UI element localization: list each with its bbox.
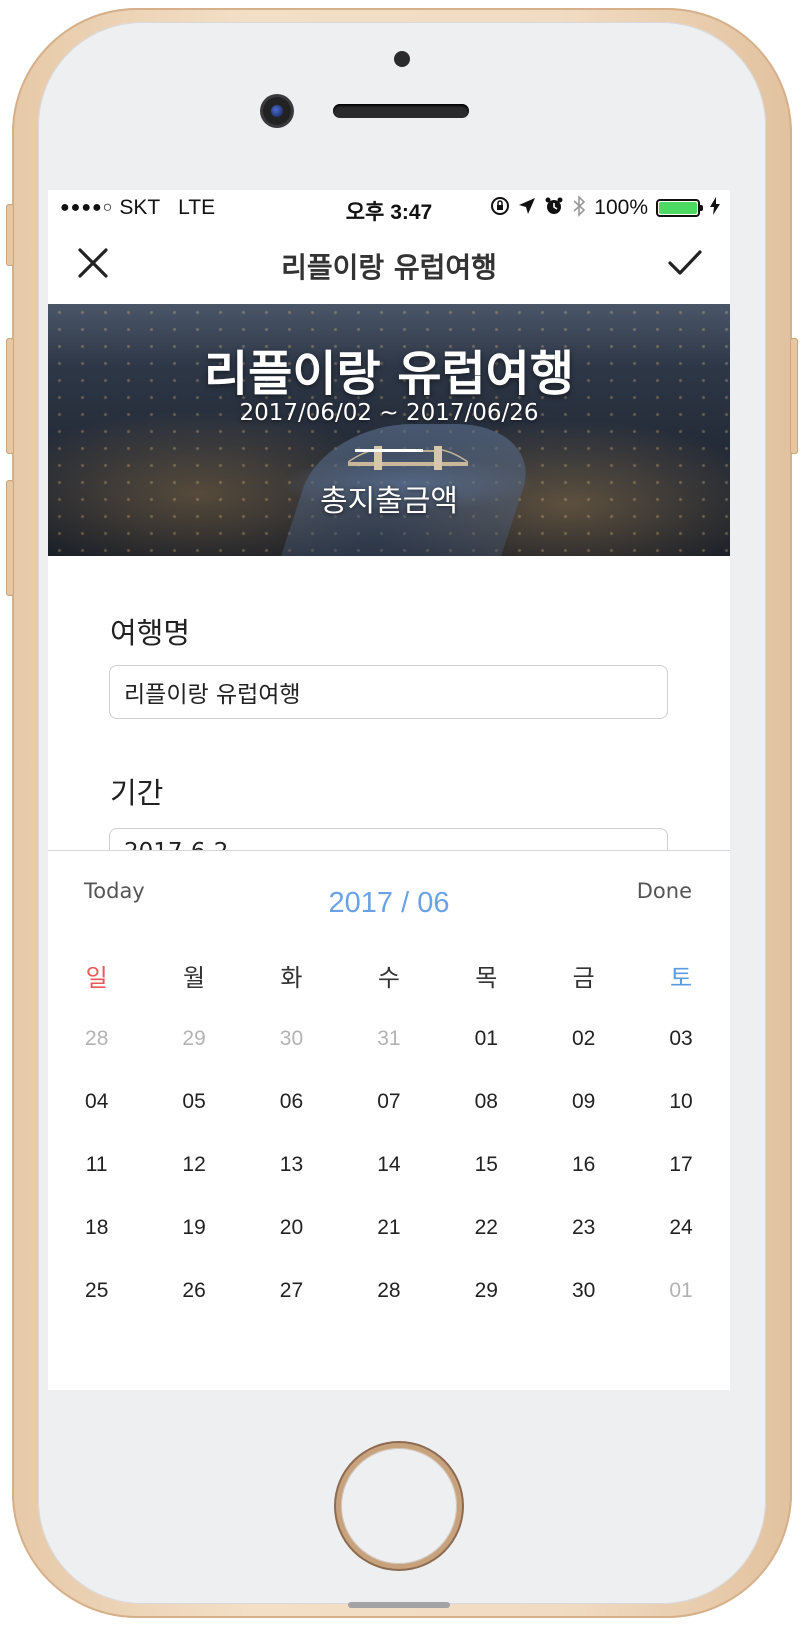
calendar-day[interactable]: 09 [535, 1090, 632, 1114]
calendar-day-prev-month[interactable]: 31 [340, 1027, 437, 1051]
navigation-bar: 리플이랑 유럽여행 [48, 226, 730, 304]
volume-down-button [6, 480, 14, 596]
weekday-saturday: 토 [669, 963, 693, 992]
calendar-day-prev-month[interactable]: 30 [243, 1027, 340, 1051]
period-label: 기간 [110, 776, 164, 810]
calendar-day[interactable]: 25 [48, 1279, 145, 1303]
done-button[interactable]: Done [637, 879, 692, 903]
calendar-day[interactable]: 12 [145, 1153, 242, 1177]
weekday-sunday: 일 [85, 963, 108, 992]
orientation-lock-icon [490, 196, 510, 219]
weekday-thursday: 목 [475, 963, 498, 992]
trip-name-input[interactable]: 리플이랑 유럽여행 [109, 665, 668, 719]
hero-total-spending-label: 총지출금액 [320, 484, 458, 519]
calendar-day[interactable]: 23 [535, 1216, 632, 1240]
calendar-day[interactable]: 16 [535, 1153, 632, 1177]
charging-bolt-icon [710, 197, 720, 218]
weekday-wednesday: 수 [377, 963, 400, 992]
calendar-day[interactable]: 03 [632, 1027, 729, 1051]
calendar-day[interactable]: 04 [48, 1090, 145, 1114]
lightning-port [348, 1602, 450, 1608]
power-button [790, 338, 798, 454]
confirm-button[interactable] [662, 240, 708, 286]
calendar-week: 18 19 20 21 22 23 24 [48, 1196, 730, 1259]
calendar-day[interactable]: 30 [535, 1279, 632, 1303]
calendar-day[interactable]: 14 [340, 1153, 437, 1177]
calendar-day[interactable]: 02 [535, 1027, 632, 1051]
status-bar: ●●●●○ SKT LTE 오후 3:47 100% [48, 190, 730, 226]
calendar-day-prev-month[interactable]: 28 [48, 1027, 145, 1051]
calendar-week: 04 05 06 07 08 09 10 [48, 1070, 730, 1133]
calendar-week: 11 12 13 14 15 16 17 [48, 1133, 730, 1196]
calendar-day[interactable]: 05 [145, 1090, 242, 1114]
calendar-day[interactable]: 21 [340, 1216, 437, 1240]
home-button[interactable] [341, 1448, 457, 1564]
weekday-friday: 금 [572, 963, 595, 992]
calendar-day[interactable]: 22 [438, 1216, 535, 1240]
trip-cover-image[interactable]: 리플이랑 유럽여행 2017/06/02 ~ 2017/06/26 총지출금액 [48, 304, 730, 556]
checkmark-icon [668, 250, 702, 275]
calendar-day[interactable]: 15 [438, 1153, 535, 1177]
calendar-day[interactable]: 10 [632, 1090, 729, 1114]
calendar-week: 28 29 30 31 01 02 03 [48, 1007, 730, 1070]
bluetooth-icon [572, 195, 586, 220]
weekday-monday: 월 [183, 963, 206, 992]
calendar-day[interactable]: 13 [243, 1153, 340, 1177]
calendar-day[interactable]: 18 [48, 1216, 145, 1240]
volume-up-button [6, 338, 14, 454]
calendar-day[interactable]: 28 [340, 1279, 437, 1303]
hero-title: 리플이랑 유럽여행 [204, 346, 574, 402]
calendar-week: 25 26 27 28 29 30 01 [48, 1259, 730, 1322]
calendar-day[interactable]: 29 [438, 1279, 535, 1303]
calendar-day[interactable]: 11 [48, 1153, 145, 1177]
hero-divider [355, 449, 423, 452]
battery-percent: 100% [594, 195, 648, 219]
calendar-day-prev-month[interactable]: 29 [145, 1027, 242, 1051]
alarm-icon [544, 196, 564, 219]
calendar-day[interactable]: 24 [632, 1216, 729, 1240]
nav-title: 리플이랑 유럽여행 [281, 251, 497, 284]
calendar-day[interactable]: 08 [438, 1090, 535, 1114]
app-screen: ●●●●○ SKT LTE 오후 3:47 100% 리플이랑 유럽여행 리플이… [48, 190, 730, 1390]
calendar-day[interactable]: 19 [145, 1216, 242, 1240]
calendar-day[interactable]: 01 [438, 1027, 535, 1051]
calendar-day[interactable]: 20 [243, 1216, 340, 1240]
calendar-grid: 일 월 화 수 목 금 토 28 29 30 31 01 02 03 04 05… [48, 943, 730, 1322]
earpiece-speaker [333, 104, 469, 118]
calendar-day[interactable]: 07 [340, 1090, 437, 1114]
calendar-day[interactable]: 06 [243, 1090, 340, 1114]
location-arrow-icon [518, 197, 536, 218]
battery-icon [656, 198, 703, 217]
weekday-tuesday: 화 [280, 963, 303, 992]
mute-switch [6, 204, 14, 266]
month-title[interactable]: 2017 / 06 [48, 887, 730, 920]
trip-name-label: 여행명 [110, 616, 191, 650]
hero-date-range: 2017/06/02 ~ 2017/06/26 [239, 400, 539, 426]
calendar-day-selected[interactable]: 26 [145, 1279, 242, 1303]
front-camera [263, 97, 291, 125]
calendar-day[interactable]: 27 [243, 1279, 340, 1303]
weekday-header: 일 월 화 수 목 금 토 [48, 943, 730, 1007]
date-picker-sheet: Today 2017 / 06 Done 일 월 화 수 목 금 토 28 29… [48, 850, 730, 1390]
calendar-day-next-month[interactable]: 01 [632, 1279, 729, 1303]
calendar-day[interactable]: 17 [632, 1153, 729, 1177]
proximity-sensor [394, 51, 410, 67]
